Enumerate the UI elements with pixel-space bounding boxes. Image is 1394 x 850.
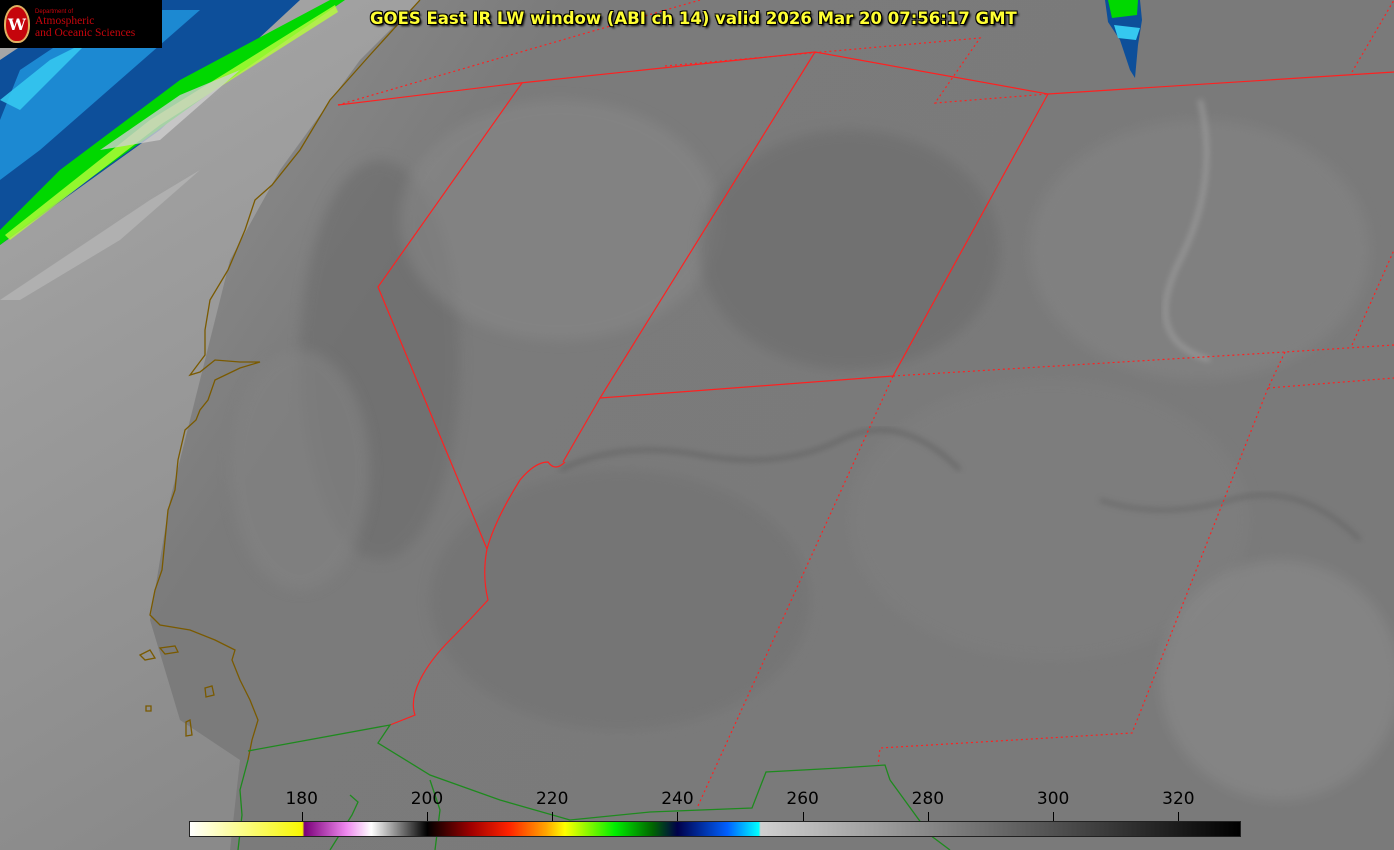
colorbar-tick — [552, 812, 554, 821]
colorbar-tick — [802, 812, 804, 821]
colorbar-gradient — [189, 821, 1241, 837]
colorbar-tick-label: 200 — [410, 789, 444, 809]
logo-line1: Atmospheric — [35, 15, 95, 28]
colorbar-tick — [1053, 812, 1055, 821]
colorbar-tick-label: 180 — [285, 789, 318, 809]
colorbar-tick-label: 240 — [661, 789, 694, 809]
satellite-ir-map[interactable] — [0, 0, 1394, 850]
colorbar-tick — [677, 812, 679, 821]
colorbar-tick — [426, 812, 428, 821]
colorbar-tick — [301, 812, 303, 821]
colorbar-tick — [927, 812, 929, 821]
colorbar-tick-label: 260 — [786, 789, 819, 809]
logo-line2: and Oceanic Sciences — [35, 27, 136, 40]
colorbar-tick-label: 320 — [1162, 789, 1195, 809]
logo-text: Department of Atmospheric and Oceanic Sc… — [35, 9, 135, 39]
colorbar-tick-label: 300 — [1036, 789, 1070, 809]
university-seal-icon: W — [4, 5, 30, 43]
colorbar-tick — [1178, 812, 1180, 821]
colorbar-tick-label: 220 — [535, 789, 569, 809]
image-title: GOES East IR LW window (ABI ch 14) valid… — [370, 9, 1017, 28]
logo: W Department of Atmospheric and Oceanic … — [0, 0, 162, 48]
colorbar-tick-label: 280 — [911, 789, 945, 809]
background-imagery — [0, 0, 1394, 850]
